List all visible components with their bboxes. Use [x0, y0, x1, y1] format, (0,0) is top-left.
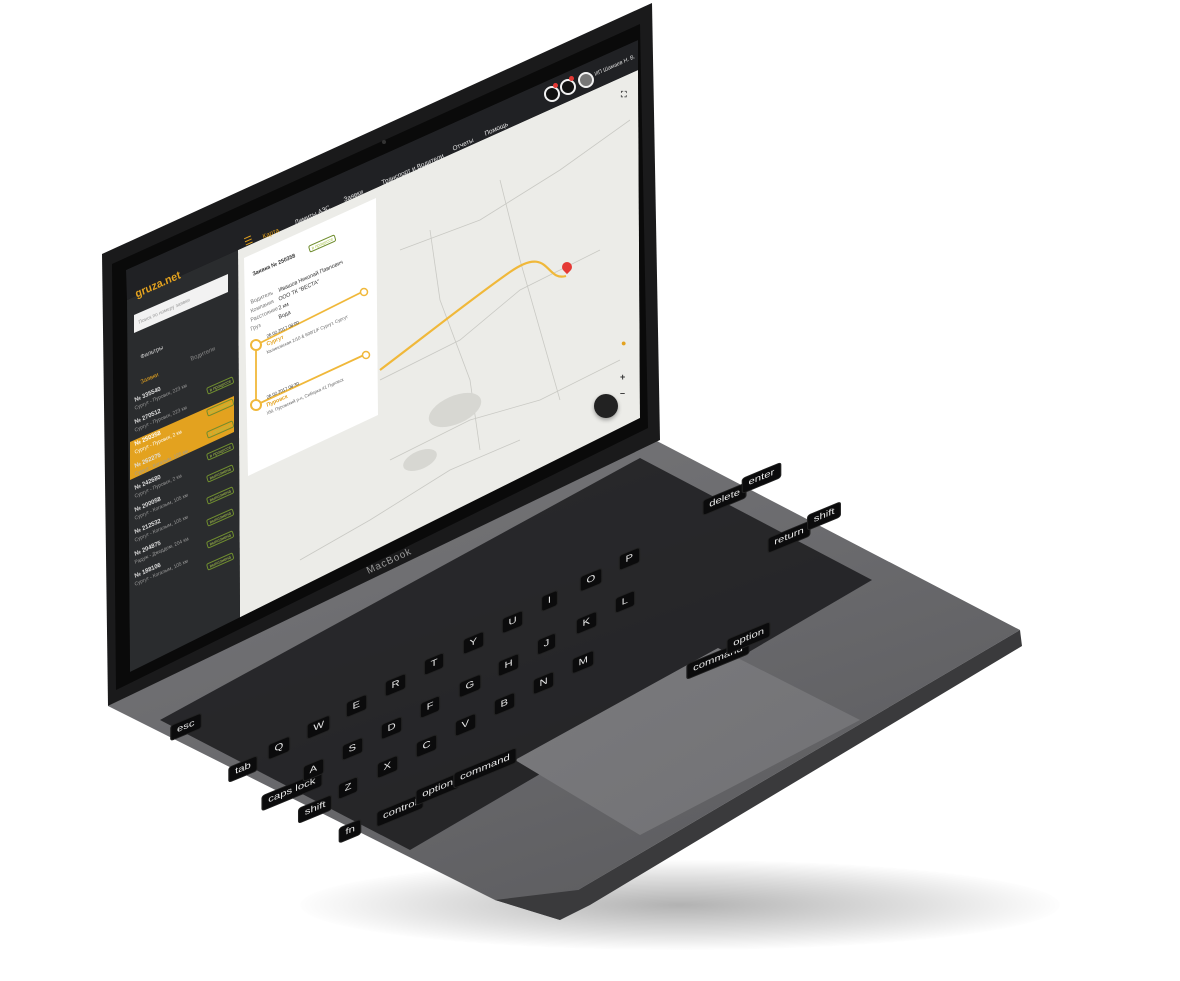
notification-badge	[553, 83, 558, 88]
map-fab-button[interactable]	[594, 394, 618, 418]
message-badge	[569, 76, 574, 81]
fullscreen-icon[interactable]: ⛶	[621, 90, 627, 100]
message-icon[interactable]	[560, 79, 576, 95]
notification-icon[interactable]	[544, 86, 560, 102]
avatar[interactable]	[578, 72, 594, 88]
zoom-in-icon[interactable]: +	[620, 372, 625, 382]
camera-icon	[382, 140, 386, 144]
zoom-out-icon[interactable]: –	[620, 388, 625, 398]
pegman-icon[interactable]: ●	[621, 338, 626, 348]
